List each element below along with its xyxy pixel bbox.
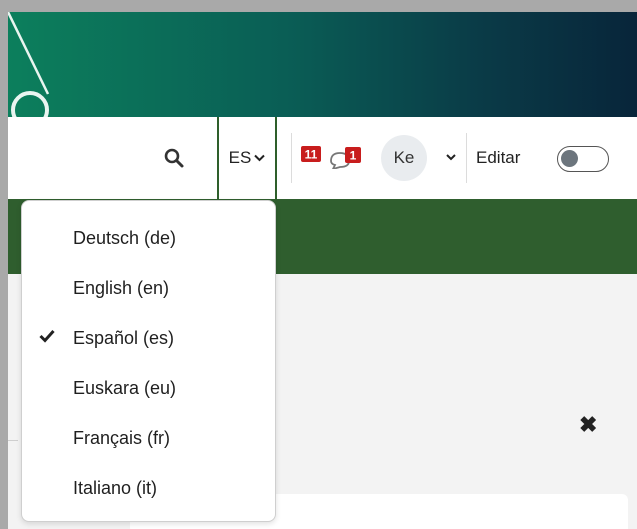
header-banner bbox=[8, 12, 637, 117]
user-avatar[interactable]: Ke bbox=[381, 135, 427, 181]
language-option-label: Italiano (it) bbox=[73, 478, 158, 498]
language-option-label: Euskara (eu) bbox=[73, 378, 177, 398]
divider bbox=[8, 440, 18, 441]
check-icon bbox=[39, 329, 55, 343]
messages-count: 1 bbox=[350, 149, 357, 163]
language-option-label: English (en) bbox=[73, 278, 170, 298]
close-icon[interactable]: ✖ bbox=[579, 412, 597, 438]
divider bbox=[466, 133, 467, 183]
top-navbar: ES 11 1 Ke Editar bbox=[8, 117, 637, 199]
notifications-count: 11 bbox=[305, 148, 318, 162]
chat-bubble-icon[interactable]: 1 bbox=[329, 147, 363, 169]
language-menu-button[interactable]: ES bbox=[217, 117, 277, 199]
language-option-es[interactable]: Español (es) bbox=[22, 315, 275, 359]
language-option-it[interactable]: Italiano (it) bbox=[22, 465, 275, 509]
user-menu-chevron-icon[interactable] bbox=[446, 152, 456, 162]
toggle-knob bbox=[561, 150, 578, 167]
divider bbox=[291, 133, 292, 183]
banner-decoration bbox=[8, 12, 50, 117]
language-option-label: Deutsch (de) bbox=[73, 228, 177, 248]
edit-mode-toggle[interactable] bbox=[557, 146, 609, 172]
language-option-label: Español (es) bbox=[73, 328, 175, 348]
language-option-en[interactable]: English (en) bbox=[22, 265, 275, 309]
language-option-fr[interactable]: Français (fr) bbox=[22, 415, 275, 459]
chevron-down-icon bbox=[254, 154, 266, 162]
language-option-eu[interactable]: Euskara (eu) bbox=[22, 365, 275, 409]
bell-icon[interactable]: 11 bbox=[301, 146, 321, 168]
language-code: ES bbox=[228, 148, 252, 167]
language-option-label: Français (fr) bbox=[73, 428, 171, 448]
search-icon[interactable] bbox=[163, 147, 185, 169]
edit-mode-label: Editar bbox=[476, 148, 521, 167]
language-option-de[interactable]: Deutsch (de) bbox=[22, 215, 275, 259]
language-dropdown: Deutsch (de) English (en) Español (es) E… bbox=[21, 200, 276, 522]
